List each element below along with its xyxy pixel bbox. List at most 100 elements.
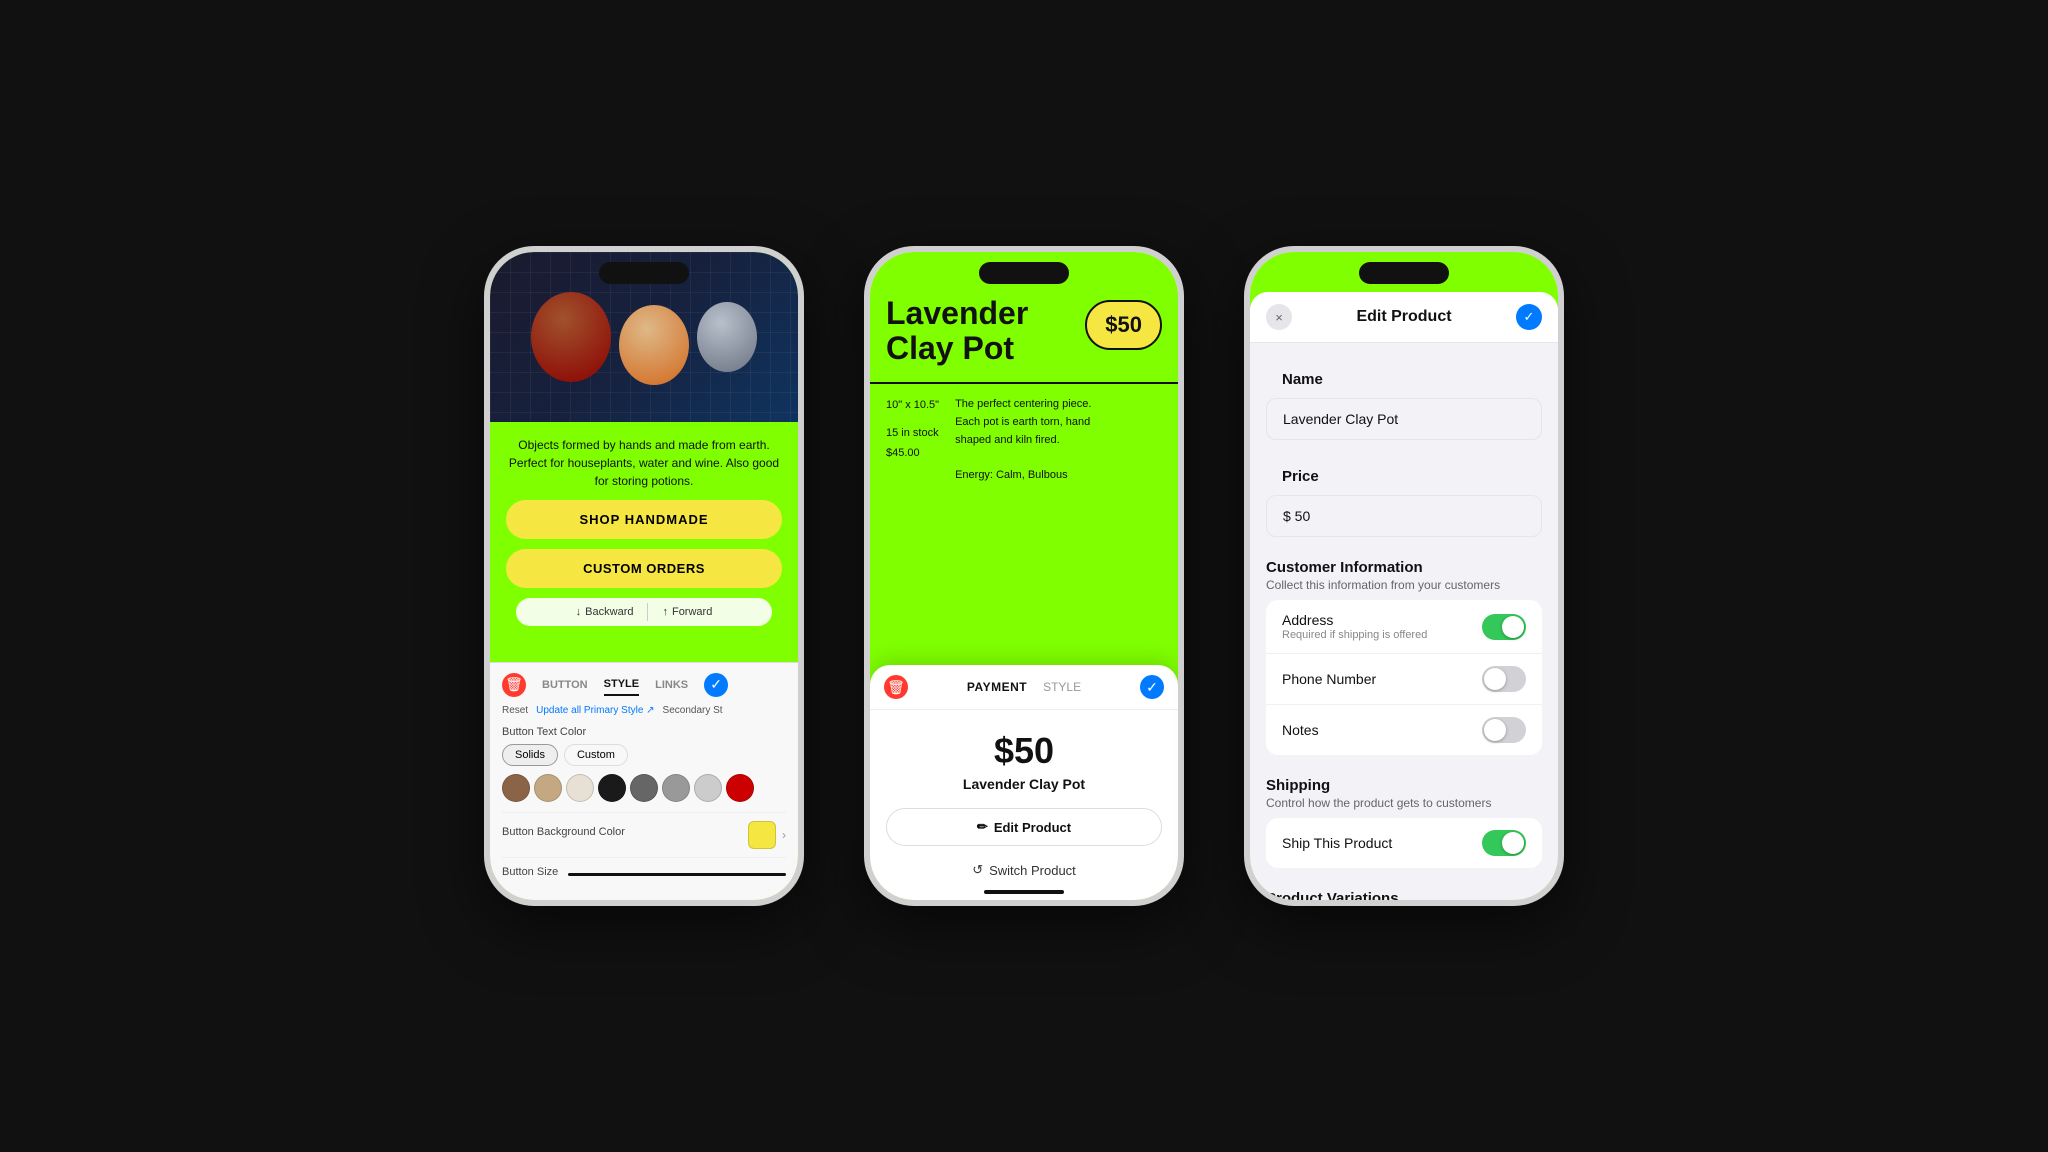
- customer-info-subheading: Collect this information from your custo…: [1266, 578, 1542, 592]
- tab-links[interactable]: LINKS: [655, 675, 688, 695]
- chevron-right-icon: ›: [782, 828, 786, 842]
- notes-toggle[interactable]: [1482, 717, 1526, 743]
- layer-toolbar: ↓ Backward ↑ Forward: [516, 598, 772, 626]
- btn-size-label: Button Size: [502, 866, 558, 878]
- delete-icon[interactable]: 🗑: [502, 673, 526, 697]
- dynamic-island-1: [599, 262, 689, 284]
- price-input[interactable]: [1266, 495, 1542, 537]
- action-row: Reset Update all Primary Style ↗ Seconda…: [502, 705, 786, 716]
- price-label: Price: [1266, 456, 1542, 489]
- modal-close-button[interactable]: ×: [1266, 304, 1292, 330]
- btn-size-row: Button Size: [502, 857, 786, 884]
- bg-color-row[interactable]: Button Background Color ›: [502, 812, 786, 857]
- payment-product-name: Lavender Clay Pot: [886, 776, 1162, 792]
- swatch-brown[interactable]: [502, 774, 530, 802]
- ship-product-toggle-row: Ship This Product: [1266, 818, 1542, 868]
- edit-product-button[interactable]: ✏ Edit Product: [886, 808, 1162, 846]
- tab-button[interactable]: BUTTON: [542, 675, 588, 695]
- custom-orders-button[interactable]: CUSTOM ORDERS: [506, 549, 782, 588]
- notes-toggle-thumb: [1484, 719, 1506, 741]
- swatch-lightgray[interactable]: [694, 774, 722, 802]
- switch-product-button[interactable]: ↺ Switch Product: [886, 856, 1162, 884]
- solids-option[interactable]: Solids: [502, 744, 558, 766]
- confirm-icon[interactable]: ✓: [704, 673, 728, 697]
- name-label: Name: [1266, 359, 1542, 392]
- pot-gray: [697, 302, 757, 372]
- modal-body: Name Price Customer Information Collect …: [1250, 343, 1558, 900]
- forward-button[interactable]: ↑ Forward: [654, 603, 720, 621]
- notes-label: Notes: [1282, 722, 1319, 738]
- color-options: Solids Custom: [502, 744, 786, 766]
- address-label: Address: [1282, 612, 1427, 628]
- payment-price: $50: [886, 730, 1162, 772]
- swatch-tan[interactable]: [534, 774, 562, 802]
- swatch-red[interactable]: [726, 774, 754, 802]
- pencil-icon: ✏: [977, 819, 988, 835]
- tab-style[interactable]: STYLE: [604, 674, 639, 696]
- phone-2: LavenderClay Pot $50 10" x 10.5" 15 in s…: [864, 246, 1184, 906]
- check-icon-3: ✓: [1524, 309, 1535, 325]
- shipping-group: Ship This Product: [1266, 818, 1542, 868]
- payment-tab-active[interactable]: PAYMENT: [967, 680, 1027, 694]
- address-toggle[interactable]: [1482, 614, 1526, 640]
- address-toggle-row: Address Required if shipping is offered: [1266, 600, 1542, 654]
- backward-icon: ↓: [576, 606, 582, 618]
- backward-button[interactable]: ↓ Backward: [568, 603, 642, 621]
- trash-icon-2: 🗑: [887, 679, 905, 696]
- payment-header: 🗑 PAYMENT STYLE ✓: [870, 665, 1178, 710]
- price-section: Price: [1266, 456, 1542, 537]
- pot-red: [531, 292, 611, 382]
- phone-1: Objects formed by hands and made from ea…: [484, 246, 804, 906]
- ship-product-label: Ship This Product: [1282, 835, 1392, 851]
- swatch-darkgray[interactable]: [630, 774, 658, 802]
- address-sublabel: Required if shipping is offered: [1282, 629, 1427, 641]
- home-indicator-2: [984, 890, 1064, 894]
- price-badge: $50: [1085, 300, 1162, 350]
- close-icon: ×: [1275, 310, 1283, 325]
- payment-body: $50 Lavender Clay Pot ✏ Edit Product ↺ S…: [870, 710, 1178, 900]
- refresh-icon: ↺: [972, 862, 983, 878]
- ship-toggle-thumb: [1502, 832, 1524, 854]
- modal-title: Edit Product: [1356, 308, 1451, 326]
- customer-info-heading: Customer Information: [1266, 553, 1542, 578]
- secondary-style-button[interactable]: Secondary St: [663, 705, 723, 716]
- modal-header: × Edit Product ✓: [1250, 292, 1558, 343]
- trash-icon: 🗑: [505, 676, 523, 693]
- variations-section: Product Variations: [1266, 884, 1542, 900]
- modal-confirm-button[interactable]: ✓: [1516, 304, 1542, 330]
- bg-color-swatch: [748, 821, 776, 849]
- shipping-subheading: Control how the product gets to customer…: [1266, 796, 1542, 810]
- name-input[interactable]: [1266, 398, 1542, 440]
- customer-info-group: Address Required if shipping is offered …: [1266, 600, 1542, 755]
- product-description: Objects formed by hands and made from ea…: [506, 436, 782, 490]
- reset-button[interactable]: Reset: [502, 705, 528, 716]
- color-swatches: [502, 774, 786, 802]
- swatch-black[interactable]: [598, 774, 626, 802]
- swatch-medgray[interactable]: [662, 774, 690, 802]
- notes-toggle-row: Notes: [1266, 705, 1542, 755]
- shop-handmade-button[interactable]: SHOP HANDMADE: [506, 500, 782, 539]
- payment-tab-style[interactable]: STYLE: [1043, 680, 1081, 694]
- text-color-label: Button Text Color: [502, 726, 786, 738]
- name-section: Name: [1266, 359, 1542, 440]
- custom-option[interactable]: Custom: [564, 744, 628, 766]
- edit-product-modal: × Edit Product ✓ Name: [1250, 292, 1558, 900]
- payment-sheet: 🗑 PAYMENT STYLE ✓ $50 Lavender Clay Pot …: [870, 665, 1178, 900]
- ship-product-toggle[interactable]: [1482, 830, 1526, 856]
- toolbar-divider: [647, 603, 648, 621]
- product-title: LavenderClay Pot: [886, 296, 1028, 366]
- update-primary-button[interactable]: Update all Primary Style ↗: [536, 705, 654, 716]
- swatch-cream[interactable]: [566, 774, 594, 802]
- payment-confirm-icon[interactable]: ✓: [1140, 675, 1164, 699]
- shipping-section: Shipping Control how the product gets to…: [1266, 771, 1542, 868]
- payment-delete-icon[interactable]: 🗑: [884, 675, 908, 699]
- phone-3: × Edit Product ✓ Name: [1244, 246, 1564, 906]
- variations-heading: Product Variations: [1266, 884, 1542, 900]
- editor-panel: 🗑 BUTTON STYLE LINKS ✓ Reset Update all …: [490, 662, 798, 901]
- phone-toggle[interactable]: [1482, 666, 1526, 692]
- check-icon-2: ✓: [1146, 679, 1158, 696]
- dynamic-island-2: [979, 262, 1069, 284]
- dynamic-island-3: [1359, 262, 1449, 284]
- editor-tabs: 🗑 BUTTON STYLE LINKS ✓: [502, 673, 786, 697]
- size-slider[interactable]: [568, 873, 786, 876]
